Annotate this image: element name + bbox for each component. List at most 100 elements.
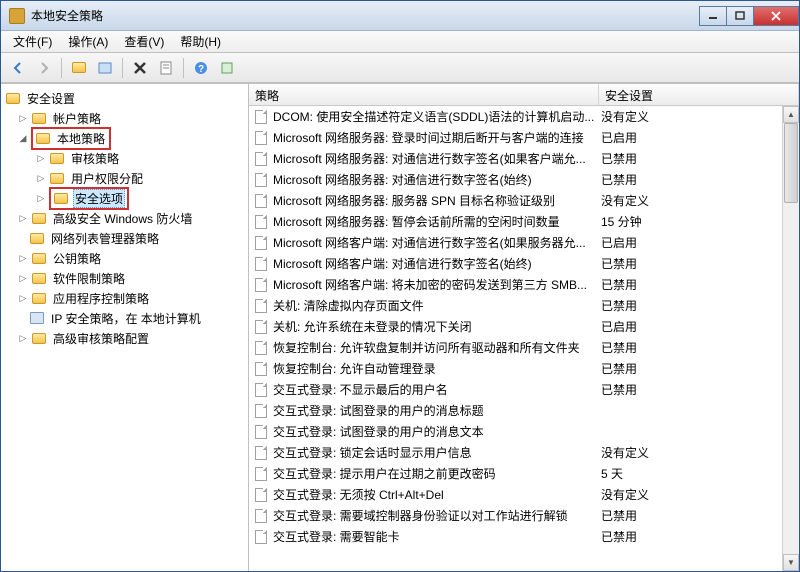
menu-file[interactable]: 文件(F) [5,31,60,52]
list-row[interactable]: Microsoft 网络服务器: 登录时间过期后断开与客户端的连接已启用 [249,127,799,148]
tree-appctrl[interactable]: ▷ 应用程序控制策略 [3,288,246,308]
folder-icon [35,130,51,146]
document-icon [253,193,269,209]
scrollbar[interactable]: ▲ ▼ [782,106,799,571]
tree-audit[interactable]: ▷ 审核策略 [3,148,246,168]
expand-icon[interactable]: ▷ [17,292,29,304]
list-row[interactable]: 交互式登录: 不显示最后的用户名已禁用 [249,379,799,400]
list-row[interactable]: 交互式登录: 提示用户在过期之前更改密码5 天 [249,463,799,484]
back-button[interactable] [7,57,29,79]
list-body[interactable]: DCOM: 使用安全描述符定义语言(SDDL)语法的计算机启动...没有定义Mi… [249,106,799,571]
tree-pane[interactable]: 安全设置 ▷ 帐户策略 ◢ 本地策略 ▷ 审核策略 ▷ [1,84,249,571]
up-button[interactable] [68,57,90,79]
list-row[interactable]: Microsoft 网络服务器: 对通信进行数字签名(始终)已禁用 [249,169,799,190]
list-row[interactable]: Microsoft 网络服务器: 服务器 SPN 目标名称验证级别 没有定义 [249,190,799,211]
tree-options[interactable]: ▷ 安全选项 [3,188,246,208]
titlebar[interactable]: 本地安全策略 [1,1,799,31]
delete-button[interactable] [129,57,151,79]
security-icon [5,90,21,106]
list-row[interactable]: 交互式登录: 需要智能卡已禁用 [249,526,799,547]
list-row[interactable]: 交互式登录: 试图登录的用户的消息标题 [249,400,799,421]
toolbar: ? [1,53,799,83]
app-window: 本地安全策略 文件(F) 操作(A) 查看(V) 帮助(H) ? [0,0,800,572]
column-policy[interactable]: 策略 [249,84,599,105]
policy-cell: Microsoft 网络服务器: 登录时间过期后断开与客户端的连接 [253,129,599,146]
policy-text: 交互式登录: 试图登录的用户的消息文本 [273,423,484,440]
policy-text: Microsoft 网络客户端: 对通信进行数字签名(始终) [273,255,532,272]
policy-cell: Microsoft 网络客户端: 将未加密的密码发送到第三方 SMB... [253,276,599,293]
list-row[interactable]: 交互式登录: 需要域控制器身份验证以对工作站进行解锁已禁用 [249,505,799,526]
policy-cell: 交互式登录: 需要域控制器身份验证以对工作站进行解锁 [253,507,599,524]
expand-icon[interactable]: ▷ [17,252,29,264]
list-row[interactable]: Microsoft 网络服务器: 对通信进行数字签名(如果客户端允...已禁用 [249,148,799,169]
folder-icon [72,62,86,73]
setting-cell: 已禁用 [599,255,799,272]
tree-account[interactable]: ▷ 帐户策略 [3,108,246,128]
list-row[interactable]: 关机: 清除虚拟内存页面文件已禁用 [249,295,799,316]
menu-action[interactable]: 操作(A) [60,31,116,52]
tree-softrestrict[interactable]: ▷ 软件限制策略 [3,268,246,288]
list-row[interactable]: 恢复控制台: 允许自动管理登录已禁用 [249,358,799,379]
maximize-button[interactable] [726,6,754,26]
list-row[interactable]: Microsoft 网络客户端: 对通信进行数字签名(如果服务器允...已启用 [249,232,799,253]
list-header: 策略 安全设置 [249,84,799,106]
scroll-track[interactable] [783,123,799,554]
menu-help[interactable]: 帮助(H) [172,31,229,52]
setting-cell: 没有定义 [599,192,799,209]
list-row[interactable]: 交互式登录: 锁定会话时显示用户信息没有定义 [249,442,799,463]
tree-root[interactable]: 安全设置 [3,88,246,108]
list-row[interactable]: Microsoft 网络客户端: 将未加密的密码发送到第三方 SMB...已禁用 [249,274,799,295]
scroll-down-button[interactable]: ▼ [783,554,799,571]
close-button[interactable] [753,6,799,26]
policy-cell: Microsoft 网络服务器: 暂停会话前所需的空闲时间数量 [253,213,599,230]
column-setting[interactable]: 安全设置 [599,84,799,105]
policy-text: Microsoft 网络服务器: 对通信进行数字签名(始终) [273,171,532,188]
show-button[interactable] [94,57,116,79]
list-row[interactable]: 交互式登录: 试图登录的用户的消息文本 [249,421,799,442]
tree-local[interactable]: ◢ 本地策略 [3,128,246,148]
tree-netlist[interactable]: 网络列表管理器策略 [3,228,246,248]
expand-icon[interactable]: ▷ [35,192,47,204]
export-button[interactable] [216,57,238,79]
expand-icon[interactable]: ▷ [17,332,29,344]
list-row[interactable]: 交互式登录: 无须按 Ctrl+Alt+Del没有定义 [249,484,799,505]
collapse-icon[interactable]: ◢ [17,132,29,144]
expand-icon[interactable]: ▷ [17,212,29,224]
scroll-up-button[interactable]: ▲ [783,106,799,123]
policy-text: Microsoft 网络服务器: 暂停会话前所需的空闲时间数量 [273,213,560,230]
tree-firewall[interactable]: ▷ 高级安全 Windows 防火墙 [3,208,246,228]
tree-rights[interactable]: ▷ 用户权限分配 [3,168,246,188]
policy-text: 交互式登录: 无须按 Ctrl+Alt+Del [273,486,444,503]
scroll-thumb[interactable] [784,123,798,203]
list-row[interactable]: Microsoft 网络服务器: 暂停会话前所需的空闲时间数量15 分钟 [249,211,799,232]
expand-icon[interactable]: ▷ [35,152,47,164]
policy-cell: DCOM: 使用安全描述符定义语言(SDDL)语法的计算机启动... [253,108,599,125]
policy-text: Microsoft 网络服务器: 服务器 SPN 目标名称验证级别 [273,192,555,209]
list-row[interactable]: 恢复控制台: 允许软盘复制并访问所有驱动器和所有文件夹已禁用 [249,337,799,358]
list-row[interactable]: Microsoft 网络客户端: 对通信进行数字签名(始终) 已禁用 [249,253,799,274]
properties-button[interactable] [155,57,177,79]
expand-icon[interactable]: ▷ [35,172,47,184]
document-icon [253,382,269,398]
policy-text: 交互式登录: 锁定会话时显示用户信息 [273,444,472,461]
menu-view[interactable]: 查看(V) [116,31,172,52]
policy-cell: 交互式登录: 不显示最后的用户名 [253,381,599,398]
document-icon [253,172,269,188]
minimize-button[interactable] [699,6,727,26]
document-icon [253,319,269,335]
help-button[interactable]: ? [190,57,212,79]
tree-advaudit[interactable]: ▷ 高级审核策略配置 [3,328,246,348]
expand-icon[interactable]: ▷ [17,272,29,284]
tree-pubkey[interactable]: ▷ 公钥策略 [3,248,246,268]
tree-ipsec[interactable]: IP 安全策略，在 本地计算机 [3,308,246,328]
folder-icon [31,290,47,306]
list-row[interactable]: DCOM: 使用安全描述符定义语言(SDDL)语法的计算机启动...没有定义 [249,106,799,127]
policy-cell: Microsoft 网络服务器: 对通信进行数字签名(始终) [253,171,599,188]
expand-icon[interactable]: ▷ [17,112,29,124]
setting-cell: 已启用 [599,129,799,146]
list-row[interactable]: 关机: 允许系统在未登录的情况下关闭已启用 [249,316,799,337]
forward-button[interactable] [33,57,55,79]
policy-cell: 交互式登录: 提示用户在过期之前更改密码 [253,465,599,482]
policy-text: 恢复控制台: 允许软盘复制并访问所有驱动器和所有文件夹 [273,339,580,356]
policy-text: 交互式登录: 试图登录的用户的消息标题 [273,402,484,419]
